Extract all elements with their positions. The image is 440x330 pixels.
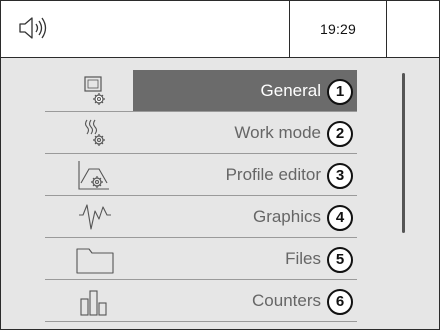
settings-monitor-icon xyxy=(75,75,115,107)
menu-item-number: 4 xyxy=(327,205,353,231)
menu-item-files[interactable]: Files 5 xyxy=(45,238,357,280)
menu-item-number: 2 xyxy=(327,121,353,147)
clock-time: 19:29 xyxy=(319,21,357,37)
menu-item-label: Graphics xyxy=(252,207,321,226)
menu-item-label: Work mode xyxy=(234,123,321,142)
scrollbar[interactable] xyxy=(402,73,405,233)
menu-item-number: 6 xyxy=(327,289,353,315)
menu-item-counters[interactable]: Counters 6 xyxy=(45,280,357,322)
menu-item-profile-editor[interactable]: Profile editor 3 xyxy=(45,154,357,196)
menu-item-label: Counters xyxy=(252,291,321,310)
speaker-icon[interactable] xyxy=(17,14,53,42)
menu-item-label: Files xyxy=(285,249,321,268)
menu-item-label: General xyxy=(260,81,321,100)
menu-item-general[interactable]: General 1 xyxy=(45,70,357,112)
status-bar: 19:29 xyxy=(1,1,439,58)
clock: 19:29 xyxy=(289,1,387,57)
menu-item-graphics[interactable]: Graphics 4 xyxy=(45,196,357,238)
counters-icon xyxy=(75,285,115,317)
menu-item-number: 3 xyxy=(327,163,353,189)
folder-icon xyxy=(75,243,115,275)
profile-gear-icon xyxy=(75,159,115,191)
graph-icon xyxy=(75,201,115,233)
menu-item-number: 1 xyxy=(327,79,353,105)
heat-gear-icon xyxy=(75,117,115,149)
menu-item-label: Profile editor xyxy=(225,165,321,184)
menu-item-work-mode[interactable]: Work mode 2 xyxy=(45,112,357,154)
main-menu: General 1 Work mode 2 Profile editor 3 G… xyxy=(45,70,357,322)
device-screen: 19:29 General 1 Work mode 2 Profile edit… xyxy=(0,0,440,330)
menu-item-number: 5 xyxy=(327,247,353,273)
selection-highlight xyxy=(133,70,357,111)
